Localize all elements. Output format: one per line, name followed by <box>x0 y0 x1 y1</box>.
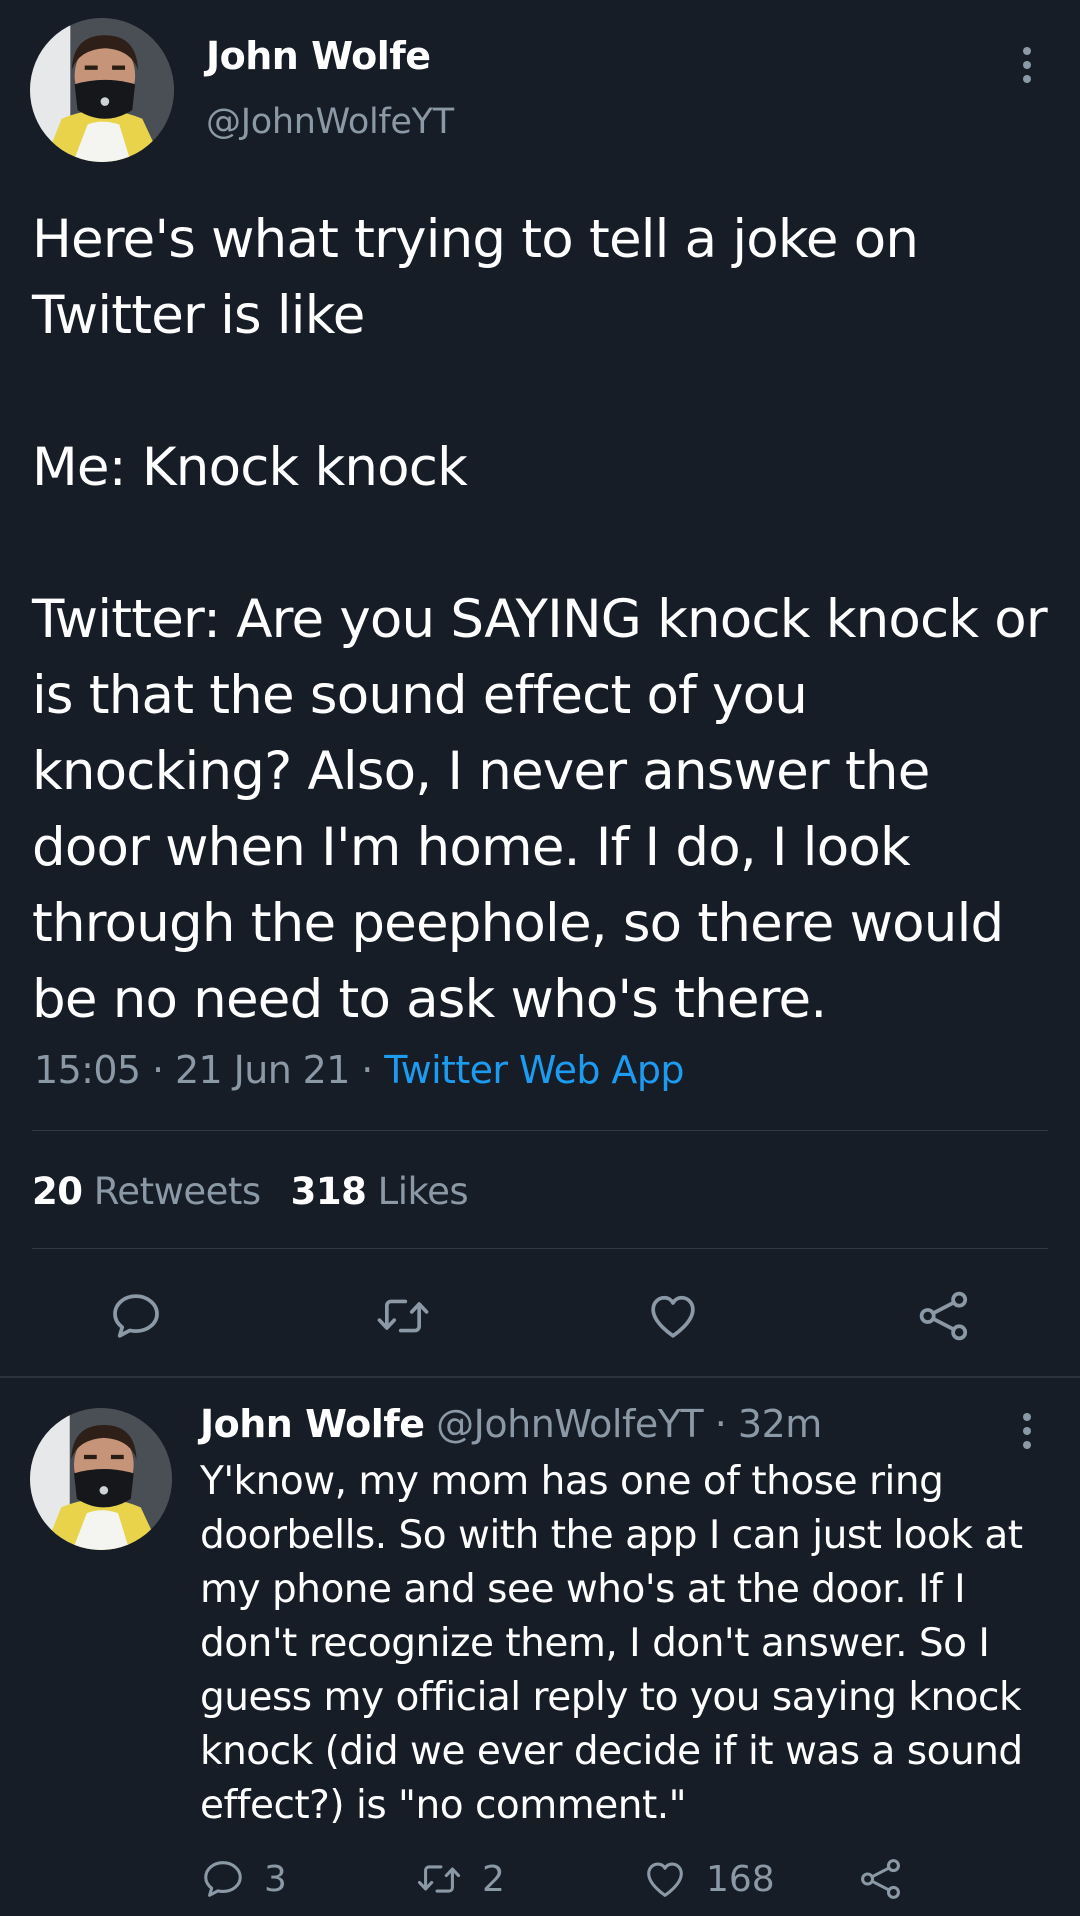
share-icon <box>919 1291 968 1341</box>
reply-retweet-button[interactable]: 2 <box>414 1856 505 1902</box>
tweet-text-line: Twitter: Are you SAYING knock knock or i… <box>32 589 1048 1030</box>
reply-time[interactable]: 32m <box>738 1402 822 1446</box>
retweet-count: 2 <box>482 1858 505 1900</box>
reply-text-body: Y'know, my mom has one of those ring doo… <box>200 1459 1023 1828</box>
likes-count: 318 <box>290 1170 367 1213</box>
reply-like-button[interactable]: 168 <box>642 1856 775 1902</box>
tweet-text: Here's what trying to tell a joke on Twi… <box>32 202 1052 1038</box>
divider <box>32 1130 1048 1131</box>
share-icon <box>861 1859 900 1899</box>
retweet-button[interactable] <box>373 1288 433 1344</box>
tweet-source-link[interactable]: Twitter Web App <box>384 1048 684 1092</box>
reply-avatar[interactable] <box>30 1408 172 1550</box>
meta-separator: · <box>361 1048 373 1092</box>
reply-author-handle[interactable]: @JohnWolfeYT <box>436 1402 703 1446</box>
author-name[interactable]: John Wolfe <box>206 34 431 78</box>
author-handle[interactable]: @JohnWolfeYT <box>206 102 454 142</box>
retweet-icon <box>377 1299 429 1333</box>
reply-bubble-icon <box>113 1294 159 1338</box>
tweet-text-line: Me: Knock knock <box>32 437 468 498</box>
main-tweet: John Wolfe @JohnWolfeYT Here's what tryi… <box>0 0 1080 1376</box>
likes-label: Likes <box>377 1170 469 1213</box>
tweet-meta: 15:05 · 21 Jun 21 · Twitter Web App <box>34 1048 684 1092</box>
reply-text: Y'know, my mom has one of those ring doo… <box>200 1455 1060 1833</box>
tweet-date: 21 Jun 21 <box>174 1048 350 1092</box>
reply-share-button[interactable] <box>858 1856 922 1902</box>
heart-icon <box>647 1862 683 1897</box>
avatar-image <box>30 1408 172 1550</box>
tweet-text-line: Here's what trying to tell a joke on Twi… <box>32 209 919 346</box>
more-vertical-icon[interactable] <box>1015 1410 1039 1452</box>
tweet-time: 15:05 <box>34 1048 141 1092</box>
reply-header: John Wolfe @JohnWolfeYT · 32m <box>200 1402 822 1446</box>
retweet-icon <box>417 1865 461 1893</box>
tweet-stats: 20 Retweets 318 Likes <box>32 1170 469 1213</box>
reply-button[interactable] <box>108 1288 164 1344</box>
heart-icon <box>651 1295 695 1338</box>
share-button[interactable] <box>916 1288 972 1344</box>
divider <box>32 1248 1048 1249</box>
reply-bubble-icon <box>204 1861 242 1897</box>
retweets-label: Retweets <box>93 1170 261 1213</box>
avatar-image <box>30 18 174 162</box>
reply-reply-button[interactable]: 3 <box>200 1856 287 1902</box>
like-count: 168 <box>706 1858 775 1900</box>
meta-separator: · <box>714 1402 727 1446</box>
meta-separator: · <box>152 1048 164 1092</box>
section-separator <box>0 1376 1080 1378</box>
avatar[interactable] <box>30 18 174 162</box>
more-vertical-icon[interactable] <box>1015 44 1039 86</box>
reply-author-name[interactable]: John Wolfe <box>200 1402 425 1446</box>
reply-count: 3 <box>264 1858 287 1900</box>
reply-action-bar: 3 2 168 <box>0 1856 1080 1906</box>
retweets-count: 20 <box>32 1170 83 1213</box>
retweets-stat[interactable]: 20 Retweets <box>32 1170 261 1213</box>
likes-stat[interactable]: 318 Likes <box>291 1170 469 1213</box>
like-button[interactable] <box>645 1288 701 1344</box>
